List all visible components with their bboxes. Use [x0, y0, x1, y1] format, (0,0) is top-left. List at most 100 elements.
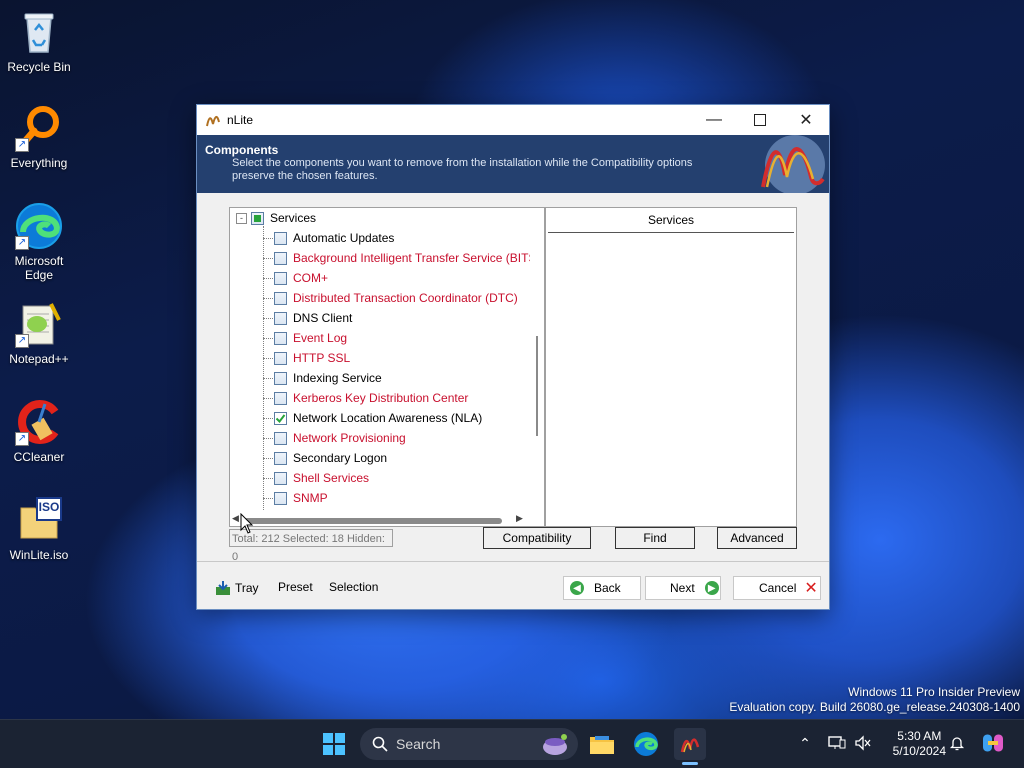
- taskbar-nlite[interactable]: [674, 728, 706, 760]
- magnifier-icon: ↗: [15, 104, 63, 152]
- desktop-icon-everything[interactable]: ↗ Everything: [4, 104, 74, 170]
- edge-icon: ↗: [15, 202, 63, 250]
- desktop-icon-label: WinLite.iso: [9, 548, 69, 562]
- search-placeholder: Search: [396, 736, 441, 752]
- shortcut-arrow-icon: ↗: [15, 236, 29, 250]
- desktop-icon-label: Recycle Bin: [7, 60, 71, 74]
- tree-item-label: Kerberos Key Distribution Center: [293, 391, 469, 405]
- tree-item-label: Automatic Updates: [293, 231, 395, 245]
- desktop-icon-label: Everything: [10, 156, 68, 170]
- cancel-button[interactable]: Cancel ✕: [733, 576, 821, 600]
- checkbox[interactable]: [274, 451, 287, 465]
- notification-bell-icon[interactable]: [946, 732, 968, 754]
- volume-muted-icon[interactable]: [852, 732, 874, 754]
- tree-branch-line: [263, 258, 273, 260]
- collapse-icon[interactable]: -: [236, 212, 247, 224]
- selection-button[interactable]: Selection: [329, 580, 378, 594]
- tree-item-label: Network Provisioning: [293, 431, 406, 445]
- shortcut-arrow-icon: ↗: [15, 138, 29, 152]
- checkbox[interactable]: [274, 291, 287, 305]
- tree-item[interactable]: Automatic Updates: [274, 228, 394, 248]
- checkbox[interactable]: [274, 251, 287, 265]
- tree-item[interactable]: Kerberos Key Distribution Center: [274, 388, 468, 408]
- taskbar: Search ⌃ 5:30 AM 5/10/2024: [0, 719, 1024, 768]
- page-description: Select the components you want to remove…: [232, 157, 693, 182]
- checkbox[interactable]: [274, 431, 287, 445]
- iso-badge: ISO: [38, 500, 60, 514]
- back-button[interactable]: ◀ Back: [563, 576, 641, 600]
- desktop-icon-winlite-iso[interactable]: ISO WinLite.iso: [4, 496, 74, 562]
- tree-branch-line: [263, 278, 273, 280]
- desktop-icon-recycle-bin[interactable]: Recycle Bin: [4, 8, 74, 74]
- tree-item[interactable]: Background Intelligent Transfer Service …: [274, 248, 540, 268]
- tree-item-label: SNMP: [293, 491, 328, 505]
- tree-group-label: Services: [270, 211, 317, 225]
- tree-item[interactable]: Shell Services: [274, 468, 369, 488]
- tree-item-label: Shell Services: [293, 471, 370, 485]
- checkbox[interactable]: [274, 471, 287, 485]
- start-button[interactable]: [318, 728, 350, 760]
- next-arrow-icon: ▶: [704, 581, 719, 595]
- title-bar[interactable]: nLite — ✕: [197, 105, 829, 135]
- tree-item[interactable]: DNS Client: [274, 308, 352, 328]
- tray-button[interactable]: Tray: [215, 580, 259, 596]
- horizontal-scroll-thumb[interactable]: [244, 518, 502, 524]
- group-checkbox[interactable]: [251, 211, 264, 225]
- scroll-left-icon[interactable]: ◀: [232, 513, 239, 524]
- tree-item[interactable]: HTTP SSL: [274, 348, 350, 368]
- tree-item[interactable]: Network Location Awareness (NLA): [274, 408, 482, 428]
- tree-branch-line: [263, 498, 273, 500]
- vertical-scroll-thumb[interactable]: [536, 336, 538, 436]
- tree-item[interactable]: Indexing Service: [274, 368, 382, 388]
- taskbar-edge[interactable]: [630, 728, 662, 760]
- tree-group-services[interactable]: - Services: [236, 208, 316, 228]
- tree-item-label: DNS Client: [293, 311, 353, 325]
- desktop-icon-edge[interactable]: ↗ Microsoft Edge: [4, 202, 74, 282]
- taskbar-search[interactable]: Search: [360, 728, 578, 760]
- tree-item[interactable]: Secondary Logon: [274, 448, 387, 468]
- taskbar-file-explorer[interactable]: [586, 728, 618, 760]
- minimize-button[interactable]: —: [691, 105, 737, 135]
- tree-item-label: Event Log: [293, 331, 348, 345]
- desktop-icon-notepad-plus-plus[interactable]: ↗ Notepad++: [4, 300, 74, 366]
- checkbox[interactable]: [274, 311, 287, 325]
- network-icon[interactable]: [826, 732, 848, 754]
- checked-checkbox[interactable]: [274, 411, 287, 425]
- chevron-up-icon: ⌃: [799, 734, 811, 751]
- checkbox[interactable]: [274, 271, 287, 285]
- tree-item-label: Background Intelligent Transfer Service …: [293, 251, 541, 265]
- copilot-icon[interactable]: [980, 732, 1006, 754]
- cancel-label: Cancel: [759, 581, 797, 595]
- tree-item[interactable]: SNMP: [274, 488, 328, 508]
- desktop-icon-ccleaner[interactable]: ↗ CCleaner: [4, 398, 74, 464]
- page-title: Components: [205, 143, 279, 157]
- tree-item[interactable]: Event Log: [274, 328, 347, 348]
- show-hidden-icons-button[interactable]: ⌃: [794, 732, 816, 754]
- search-highlight-icon: [543, 734, 567, 755]
- next-button[interactable]: Next ▶: [645, 576, 721, 600]
- checkbox[interactable]: [274, 351, 287, 365]
- find-button[interactable]: Find: [615, 527, 695, 549]
- components-header: Components Select the components you wan…: [197, 135, 829, 193]
- tree-vertical-scrollbar[interactable]: [530, 208, 544, 512]
- tree-branch-line: [263, 338, 273, 340]
- desktop-icon-label: Microsoft Edge: [14, 254, 64, 282]
- components-tree[interactable]: - Services Automatic Updates Background I…: [229, 207, 545, 527]
- tree-item[interactable]: Network Provisioning: [274, 428, 406, 448]
- maximize-button[interactable]: [737, 105, 783, 135]
- checkbox[interactable]: [274, 491, 287, 505]
- preset-button[interactable]: Preset: [278, 580, 313, 594]
- close-button[interactable]: ✕: [783, 105, 829, 135]
- scroll-right-icon[interactable]: ▶: [516, 513, 523, 524]
- tree-branch-line: [263, 398, 273, 400]
- checkbox[interactable]: [274, 231, 287, 245]
- tree-item[interactable]: COM+: [274, 268, 328, 288]
- tree-horizontal-scrollbar[interactable]: ◀ ▶: [230, 512, 530, 526]
- taskbar-clock[interactable]: 5:30 AM 5/10/2024: [893, 729, 946, 759]
- advanced-button[interactable]: Advanced: [717, 527, 797, 549]
- compatibility-button[interactable]: Compatibility: [483, 527, 591, 549]
- checkbox[interactable]: [274, 331, 287, 345]
- tree-item[interactable]: Distributed Transaction Coordinator (DTC…: [274, 288, 518, 308]
- checkbox[interactable]: [274, 371, 287, 385]
- checkbox[interactable]: [274, 391, 287, 405]
